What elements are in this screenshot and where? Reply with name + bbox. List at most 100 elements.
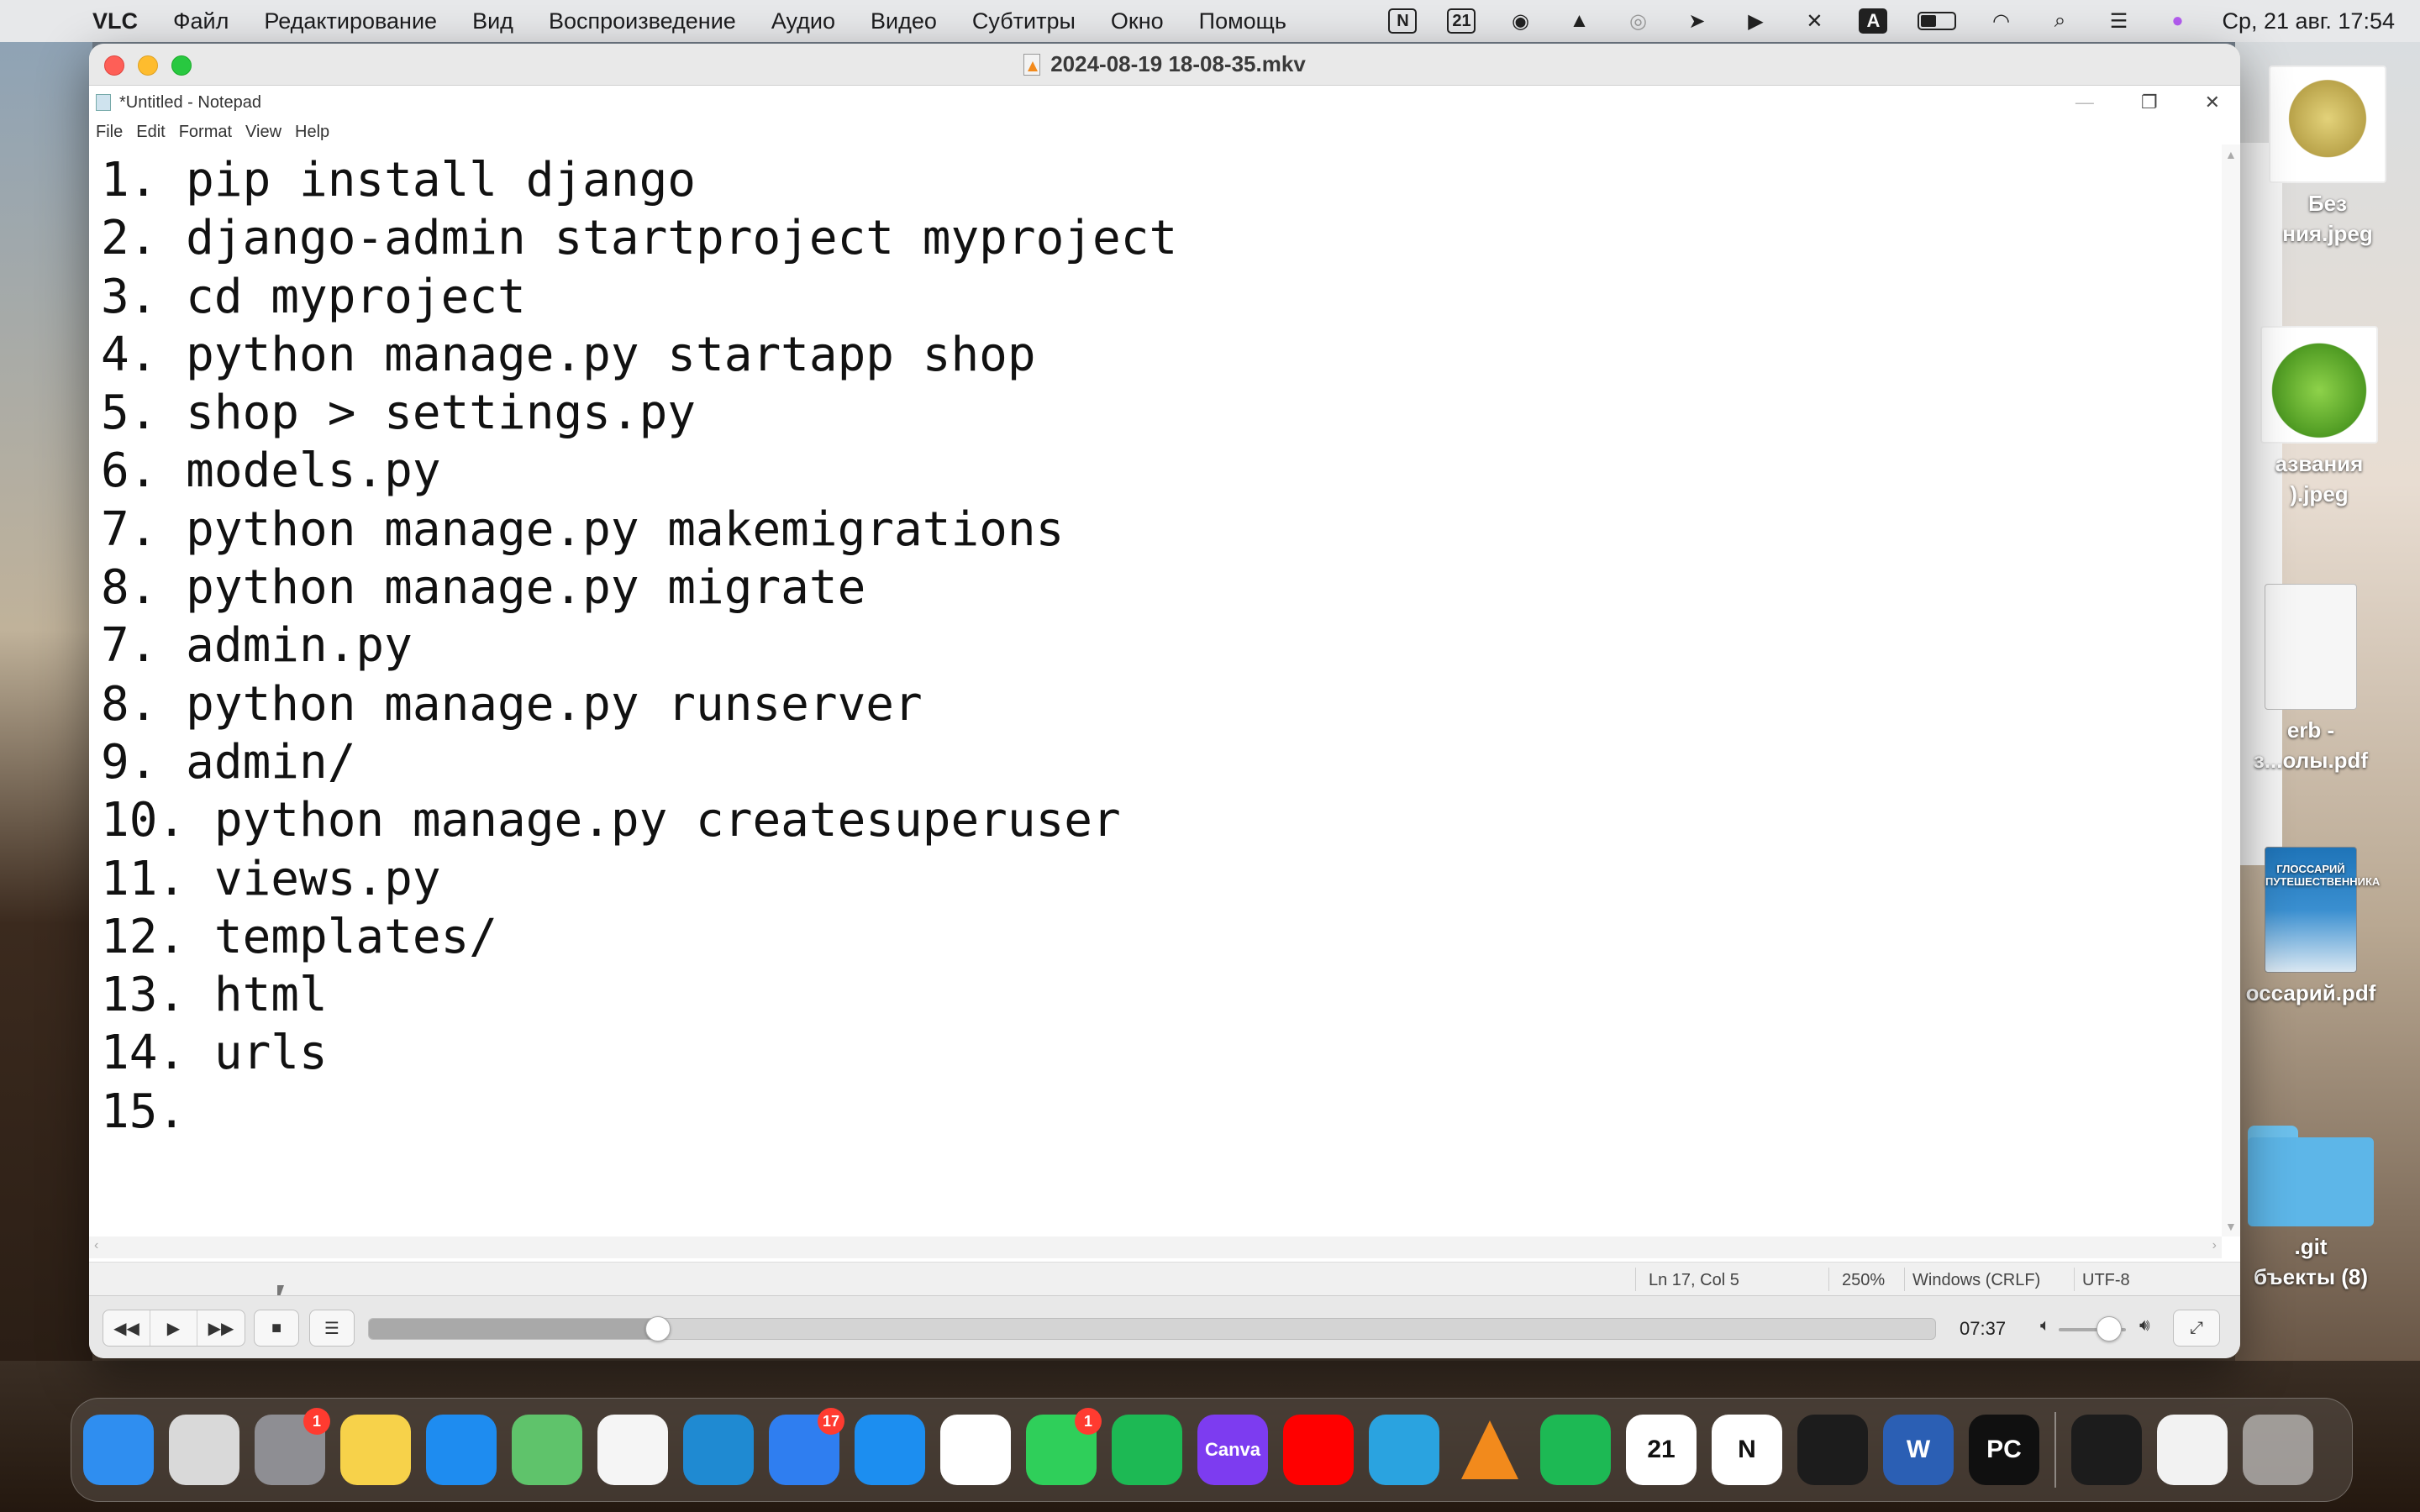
- seek-bar[interactable]: [368, 1318, 1936, 1340]
- face-icon[interactable]: ◉: [1506, 8, 1534, 34]
- dock-icon-glyph: PC: [1986, 1436, 2022, 1463]
- playlist-button[interactable]: ☰: [309, 1310, 355, 1347]
- menu-bar: VLC Файл Редактирование Вид Воспроизведе…: [0, 0, 2420, 42]
- bluetooth-icon[interactable]: ✕: [1800, 8, 1828, 34]
- notepad-icon: [96, 94, 111, 111]
- pycharm-icon[interactable]: PC: [1969, 1415, 2039, 1485]
- editor-line: 7. admin.py: [101, 618, 413, 674]
- menu-window[interactable]: Окно: [1111, 8, 1164, 34]
- image-thumbnail: [2260, 326, 2378, 444]
- menu-audio[interactable]: Аудио: [771, 8, 835, 34]
- fullscreen-button[interactable]: ⤢: [2173, 1310, 2220, 1347]
- fast-forward-button[interactable]: ▶▶: [197, 1310, 245, 1346]
- menu-file[interactable]: Файл: [173, 8, 229, 34]
- editor-line: 12. templates/: [101, 909, 498, 964]
- desktop-item-label: з...олы.pdf: [2253, 748, 2369, 773]
- wifi-icon[interactable]: ◠: [1986, 8, 2015, 34]
- play-icon[interactable]: ▶: [1741, 8, 1770, 34]
- vlc-titlebar[interactable]: 2024-08-19 18-08-35.mkv: [89, 44, 2240, 86]
- play-button[interactable]: ▶: [150, 1310, 197, 1346]
- location-icon[interactable]: ➤: [1682, 8, 1711, 34]
- recent-chrome-window-icon[interactable]: [2157, 1415, 2228, 1485]
- notion-icon[interactable]: N: [1388, 8, 1418, 34]
- editor-line: 7. python manage.py makemigrations: [101, 501, 1065, 557]
- menu-playback[interactable]: Воспроизведение: [549, 8, 736, 34]
- desktop-item-label: .git: [2294, 1234, 2328, 1259]
- playback-time: 07:37: [1960, 1318, 2007, 1339]
- menu-app-name[interactable]: VLC: [92, 8, 138, 34]
- desktop-item-pdf-2[interactable]: ГЛОССАРИЙ ПУТЕШЕСТВЕННИКА оссарий.pdf: [2227, 847, 2395, 1008]
- menu-view[interactable]: Вид: [472, 8, 513, 34]
- seek-knob[interactable]: [645, 1316, 671, 1341]
- minimize-window-button[interactable]: [138, 55, 158, 76]
- vlc-dock-icon[interactable]: [1455, 1415, 1525, 1485]
- notes-icon[interactable]: [340, 1415, 411, 1485]
- volume-knob[interactable]: [2096, 1316, 2122, 1341]
- launchpad-icon[interactable]: [169, 1415, 239, 1485]
- system-settings-icon[interactable]: 1: [255, 1408, 330, 1485]
- notepad-vertical-scrollbar: ▲ ▼: [2222, 144, 2240, 1236]
- trash-icon[interactable]: [2243, 1415, 2313, 1485]
- calendar-icon[interactable]: 21: [1447, 8, 1476, 34]
- editor-line: 13. html: [101, 968, 328, 1023]
- menu-help[interactable]: Помощь: [1199, 8, 1286, 34]
- notepad-menu-edit: Edit: [136, 122, 166, 141]
- notepad-titlebar: *Untitled - Notepad — ❐ ✕: [89, 86, 2240, 119]
- control-center-icon[interactable]: ☰: [2104, 8, 2133, 34]
- finder-icon[interactable]: [83, 1415, 154, 1485]
- airdrop-icon[interactable]: ◎: [1623, 8, 1652, 34]
- close-icon: ✕: [2204, 92, 2220, 113]
- terminal-icon[interactable]: [1797, 1415, 1868, 1485]
- app-store-icon[interactable]: [855, 1415, 925, 1485]
- restore-icon: ❐: [2140, 92, 2158, 113]
- mail-icon[interactable]: 17: [769, 1408, 844, 1485]
- dock-icon-glyph: N: [1738, 1436, 1756, 1463]
- spotify-icon[interactable]: [1112, 1415, 1182, 1485]
- notepad-statusbar: Ln 17, Col 5 250% Windows (CRLF) UTF-8: [89, 1262, 2240, 1295]
- video-file-icon: [1023, 53, 1041, 76]
- photos-icon[interactable]: [597, 1415, 668, 1485]
- notepad-menu-file: File: [96, 122, 124, 141]
- menu-video[interactable]: Видео: [871, 8, 937, 34]
- editor-line: 2. django-admin startproject myproject: [101, 211, 1178, 266]
- desktop-item-label: Без: [2307, 191, 2348, 216]
- menu-subtitles[interactable]: Субтитры: [972, 8, 1076, 34]
- dock-icon-glyph: Canva: [1204, 1439, 1261, 1460]
- spotify-alt-icon[interactable]: [1540, 1415, 1611, 1485]
- vlc-icon[interactable]: ▲: [1565, 8, 1593, 34]
- editor-line: 9. admin/: [101, 734, 356, 790]
- maps-icon[interactable]: [512, 1415, 582, 1485]
- telegram-icon[interactable]: [1369, 1415, 1439, 1485]
- notification-badge: 17: [817, 1408, 844, 1435]
- siri-icon[interactable]: ●: [2163, 8, 2191, 34]
- whatsapp-icon[interactable]: 1: [1026, 1408, 1102, 1485]
- word-icon[interactable]: W: [1883, 1415, 1954, 1485]
- input-source-icon[interactable]: A: [1859, 8, 1888, 34]
- editor-line: 1. pip install django: [101, 153, 697, 207]
- desktop-item-folder[interactable]: .git бъекты (8): [2227, 1126, 2395, 1292]
- chrome-icon[interactable]: [940, 1415, 1011, 1485]
- editor-line: 6. models.py: [101, 444, 441, 499]
- recent-terminal-window-icon[interactable]: [2071, 1415, 2142, 1485]
- desktop-item-label: erb -: [2286, 717, 2335, 743]
- zoom-window-button[interactable]: [171, 55, 192, 76]
- rewind-button[interactable]: ◀◀: [103, 1310, 150, 1346]
- notion-dock-icon[interactable]: N: [1712, 1415, 1782, 1485]
- status-zoom: 250%: [1842, 1271, 1886, 1289]
- desktop-item-image-1[interactable]: Без ния.jpeg: [2244, 66, 2412, 249]
- safari-icon[interactable]: [426, 1415, 497, 1485]
- desktop-item-label: ния.jpeg: [2282, 221, 2373, 246]
- youtube-icon[interactable]: [1283, 1415, 1354, 1485]
- desktop-item-image-2[interactable]: азвания ).jpeg: [2235, 326, 2403, 509]
- desktop-item-pdf-1[interactable]: erb - з...олы.pdf: [2227, 584, 2395, 775]
- battery-icon[interactable]: [1918, 12, 1957, 30]
- notepad-menu-help: Help: [295, 122, 330, 141]
- canva-icon[interactable]: Canva: [1197, 1415, 1268, 1485]
- vscode-icon[interactable]: [683, 1415, 754, 1485]
- menu-edit[interactable]: Редактирование: [264, 8, 437, 34]
- spotlight-icon[interactable]: ⌕: [2045, 8, 2074, 34]
- calendar-dock-icon[interactable]: 21: [1626, 1415, 1697, 1485]
- menu-clock[interactable]: Ср, 21 авг. 17:54: [2222, 8, 2395, 34]
- close-window-button[interactable]: [104, 55, 124, 76]
- stop-button[interactable]: ■: [254, 1310, 299, 1347]
